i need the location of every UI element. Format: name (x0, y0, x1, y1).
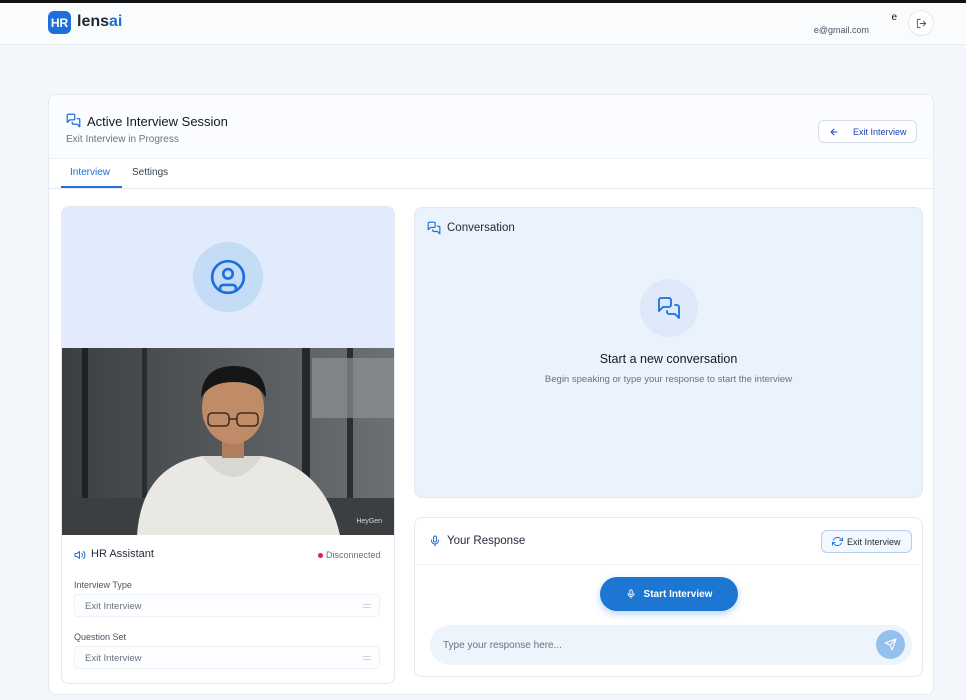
status-dot (318, 553, 323, 558)
chat-icon (427, 221, 441, 235)
tab-settings[interactable]: Settings (132, 167, 168, 178)
tab-bar: Interview Settings (49, 159, 933, 189)
interview-type-value: Exit Interview (85, 601, 142, 612)
logout-icon (916, 18, 926, 28)
arrow-left-icon (830, 128, 838, 135)
start-interview-button[interactable]: Start Interview (600, 577, 738, 611)
conversation-panel: Conversation Start a new conversation Be… (414, 207, 923, 498)
empty-conversation-badge (640, 279, 698, 337)
active-tab-indicator (61, 186, 122, 188)
user-email: e@gmail.com (813, 25, 869, 35)
empty-conversation-title: Start a new conversation (599, 352, 738, 366)
interview-type-label: Interview Type (74, 580, 132, 590)
user-name: e (891, 12, 897, 23)
question-set-value: Exit Interview (85, 653, 142, 664)
microphone-icon (627, 589, 634, 599)
empty-conversation-subtitle: Begin speaking or type your response to … (544, 374, 793, 385)
assistant-name: HR Assistant (91, 548, 154, 560)
question-set-label: Question Set (74, 632, 127, 642)
avatar-area (62, 207, 394, 348)
connection-status: Disconnected (326, 550, 381, 560)
logo-text[interactable]: lensai (77, 13, 122, 31)
logo-name-part2: ai (109, 13, 123, 30)
session-title: Active Interview Session (87, 114, 228, 129)
assistant-panel: HeyGen HR Assistant Disconnected Intervi… (61, 206, 395, 684)
interview-session-card: Active Interview Session Exit Interview … (48, 94, 934, 695)
session-header: Active Interview Session Exit Interview … (49, 95, 933, 159)
chat-icon (66, 113, 81, 128)
session-subtitle: Exit Interview in Progress (66, 134, 179, 145)
avatar-video[interactable]: HeyGen (62, 348, 394, 535)
interview-mode-label: Exit Interview (847, 536, 901, 547)
microphone-icon (431, 535, 439, 547)
logo-name-part1: lens (77, 13, 110, 30)
select-handle-icon (363, 604, 371, 608)
exit-interview-label: Exit Interview (853, 126, 907, 137)
video-watermark: HeyGen (356, 518, 382, 525)
video-frame-image (62, 348, 394, 535)
logo-badge: HR (48, 11, 71, 34)
user-circle-icon (210, 259, 246, 295)
speaker-icon (74, 551, 86, 559)
logout-button[interactable] (908, 10, 934, 36)
response-input[interactable] (430, 625, 912, 665)
refresh-icon (832, 536, 843, 547)
conversation-title: Conversation (447, 222, 515, 234)
interview-type-select[interactable]: Exit Interview (74, 594, 380, 617)
tab-interview[interactable]: Interview (70, 167, 110, 178)
app-header: HR lensai e e@gmail.com (0, 3, 966, 45)
chat-bubbles-icon (658, 297, 680, 319)
avatar (193, 242, 263, 312)
select-handle-icon (363, 656, 371, 660)
exit-interview-button[interactable]: Exit Interview (818, 120, 917, 143)
send-button[interactable] (876, 630, 905, 659)
response-panel: Your Response Exit Interview Start Inter… (414, 517, 923, 677)
interview-mode-button[interactable]: Exit Interview (821, 530, 912, 553)
send-icon (884, 638, 897, 651)
start-interview-label: Start Interview (643, 588, 713, 600)
question-set-select[interactable]: Exit Interview (74, 646, 380, 669)
response-title: Your Response (447, 535, 526, 547)
assistant-status-row: HR Assistant Disconnected (62, 543, 394, 567)
response-header: Your Response Exit Interview (415, 518, 922, 565)
